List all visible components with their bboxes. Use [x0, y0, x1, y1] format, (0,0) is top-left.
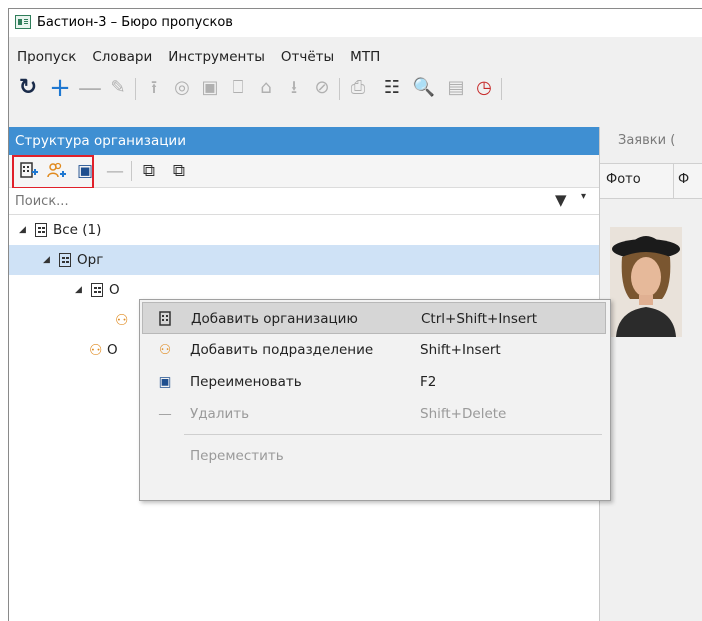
- department-icon: ⚇: [89, 341, 103, 359]
- highlight-box: [12, 155, 94, 189]
- delete-icon[interactable]: —: [103, 159, 127, 183]
- toolbar-separator: [339, 78, 340, 100]
- refresh-icon[interactable]: ↻: [15, 72, 41, 104]
- menu-item-shortcut: F2: [420, 374, 437, 390]
- organization-icon: [59, 253, 71, 267]
- menu-item-label: Добавить подразделение: [190, 342, 374, 358]
- unlock-icon[interactable]: ⌂: [253, 72, 279, 104]
- tree-item-org[interactable]: ◢ Орг: [9, 245, 599, 275]
- tree-item-label: Все (1): [53, 222, 102, 238]
- add-department-icon: ⚇: [158, 342, 172, 358]
- department-icon: ⚇: [115, 311, 129, 329]
- pass-alert-icon[interactable]: ◷: [471, 72, 497, 104]
- menu-item-label: Добавить организацию: [191, 311, 358, 327]
- menu-item-move[interactable]: Переместить: [142, 440, 606, 472]
- toolbar-separator: [135, 78, 136, 100]
- menu-item-add-organization[interactable]: Добавить организацию Ctrl+Shift+Insert: [142, 302, 606, 334]
- delete-icon: —: [158, 406, 172, 422]
- menu-item-shortcut: Shift+Delete: [420, 406, 507, 422]
- tree-expanded-icon[interactable]: ◢: [75, 275, 82, 305]
- menu-separator: [184, 434, 602, 435]
- tree-expanded-icon[interactable]: ◢: [43, 245, 50, 275]
- card-icon[interactable]: ▣: [197, 72, 223, 104]
- main-toolbar: ↻ + — ✎ ⭱ ◎ ▣ ⎕ ⌂ ⭳ ⊘ ⎙ ☷ 🔍 ▤ ◷: [13, 72, 702, 106]
- column-photo[interactable]: Фото: [606, 172, 641, 187]
- menu-item-shortcut: Ctrl+Shift+Insert: [421, 311, 538, 327]
- upload-icon[interactable]: ⭱: [141, 72, 167, 104]
- column-divider: [673, 164, 674, 198]
- filter-icon[interactable]: ▼: [555, 191, 567, 209]
- tree-item-all[interactable]: ◢ Все (1): [9, 215, 599, 245]
- app-window: Бастион-3 – Бюро пропусков Пропуск Слова…: [8, 8, 702, 621]
- menu-dictionaries[interactable]: Словари: [84, 47, 160, 67]
- menu-item-add-department[interactable]: ⚇ Добавить подразделение Shift+Insert: [142, 334, 606, 366]
- requests-panel: Заявки ( Фото Ф: [600, 127, 702, 621]
- column-next[interactable]: Ф: [678, 172, 689, 187]
- organization-icon: [35, 223, 47, 237]
- toolbar-separator: [501, 78, 502, 100]
- edit-icon[interactable]: ✎: [105, 72, 131, 104]
- menu-mtp[interactable]: МТП: [342, 47, 388, 67]
- remove-icon[interactable]: —: [77, 72, 103, 104]
- add-card-icon[interactable]: ◎: [169, 72, 195, 104]
- menu-item-label: Удалить: [190, 406, 250, 422]
- lock-icon[interactable]: ⎕: [225, 72, 251, 104]
- panel-title: Структура организации: [9, 127, 599, 155]
- context-menu: Добавить организацию Ctrl+Shift+Insert ⚇…: [139, 299, 611, 501]
- collapse-all-icon[interactable]: ⧉: [167, 159, 191, 183]
- tree-item-label: О: [107, 342, 118, 358]
- search-row: ▼ ▾: [9, 188, 599, 215]
- menu-bar: Пропуск Словари Инструменты Отчёты МТП: [9, 47, 388, 67]
- search-input[interactable]: [13, 191, 557, 211]
- menu-item-label: Переместить: [190, 448, 284, 464]
- app-window-icon: [15, 15, 31, 29]
- menu-tools[interactable]: Инструменты: [160, 47, 273, 67]
- window-title: Бастион-3 – Бюро пропусков: [37, 15, 233, 30]
- menu-pass[interactable]: Пропуск: [9, 47, 84, 67]
- block-icon[interactable]: ⊘: [309, 72, 335, 104]
- search-person-icon[interactable]: 🔍: [411, 72, 437, 104]
- title-bar: Бастион-3 – Бюро пропусков: [9, 9, 702, 37]
- download-icon[interactable]: ⭳: [281, 72, 307, 104]
- tree-item-label: О: [109, 282, 120, 298]
- menu-item-delete[interactable]: — Удалить Shift+Delete: [142, 398, 606, 430]
- print-icon[interactable]: ⎙: [345, 72, 371, 104]
- organization-icon: [91, 283, 103, 297]
- panel-toolbar: ▣ — ⧉ ⧉: [9, 155, 599, 189]
- person-photo: [610, 227, 682, 337]
- scan-icon[interactable]: ☷: [379, 72, 405, 104]
- tree-expanded-icon[interactable]: ◢: [19, 215, 26, 245]
- card-list-icon[interactable]: ▤: [443, 72, 469, 104]
- expand-all-icon[interactable]: ⧉: [137, 159, 161, 183]
- filter-dropdown-icon[interactable]: ▾: [581, 191, 586, 202]
- menu-item-label: Переименовать: [190, 374, 302, 390]
- add-icon[interactable]: +: [47, 72, 73, 104]
- panel-toolbar-separator: [131, 161, 132, 181]
- menu-item-rename[interactable]: ▣ Переименовать F2: [142, 366, 606, 398]
- menu-reports[interactable]: Отчёты: [273, 47, 342, 67]
- tree-item-label: Орг: [77, 252, 104, 268]
- menu-item-shortcut: Shift+Insert: [420, 342, 501, 358]
- tab-requests[interactable]: Заявки (: [618, 133, 675, 148]
- grid-header: Фото Ф: [600, 163, 702, 199]
- rename-icon: ▣: [158, 374, 172, 390]
